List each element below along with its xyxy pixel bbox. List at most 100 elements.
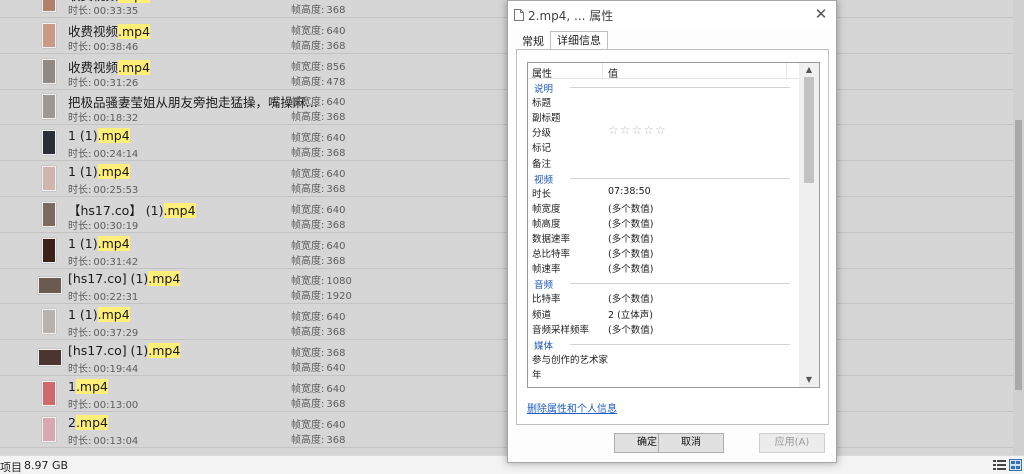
video-thumbnail <box>42 0 56 12</box>
large-icons-view-icon[interactable] <box>1009 459 1022 471</box>
frame-height: 帧高度: 368 <box>291 37 345 52</box>
frame-width: 帧宽度:640 <box>291 165 345 180</box>
frame-width-label: 帧宽度: <box>291 133 325 145</box>
duration-label: 时长: <box>68 399 92 411</box>
duration-value: 00:30:19 <box>93 220 139 232</box>
file-name[interactable]: [hs17.co] (1).mp4 <box>68 271 181 287</box>
section-title: 媒体 <box>534 340 554 352</box>
duration-label: 时长: <box>68 364 92 375</box>
frame-width: 帧宽度:640 <box>291 237 345 252</box>
property-row[interactable]: 标题 <box>532 95 551 110</box>
file-name-text: [hs17.co] (1) <box>68 343 149 358</box>
frame-height-value: 368 <box>326 434 346 446</box>
frame-height-value: 368 <box>326 255 346 267</box>
cancel-button[interactable]: 取消 <box>658 433 724 453</box>
file-name[interactable]: [hs17.co] (1).mp4 <box>68 343 181 358</box>
frame-width: 帧宽度:640 <box>291 129 345 144</box>
property-row[interactable]: 帧宽度 (多个数值) <box>532 201 653 216</box>
section-video: 视频 <box>528 171 790 186</box>
property-row[interactable]: 备注 <box>532 156 551 171</box>
duration-label: 时长: <box>68 149 92 161</box>
file-name-text: 收费视频 <box>68 59 119 75</box>
scroll-up-icon[interactable]: ▲ <box>799 63 819 77</box>
column-header-value[interactable]: 值 <box>608 65 618 80</box>
property-row[interactable]: 音频采样频率 (多个数值) <box>532 322 653 337</box>
property-grid-scrollbar[interactable]: ▲ ▼ <box>799 63 819 387</box>
scrollbar-thumb[interactable] <box>1015 120 1022 390</box>
file-duration: 时长: 00:18:32 <box>68 109 138 124</box>
scroll-down-icon[interactable]: ▼ <box>799 373 819 387</box>
property-grid-header: 属性 值 <box>528 63 799 80</box>
apply-button[interactable]: 应用(A) <box>759 433 825 453</box>
property-row[interactable]: 总比特率 (多个数值) <box>532 246 653 261</box>
file-name-text: [hs17.co] (1) <box>68 271 149 287</box>
frame-height-value: 478 <box>326 76 346 88</box>
search-highlight: .mp4 <box>97 235 130 251</box>
frame-width-label: 帧宽度: <box>291 383 325 395</box>
file-name-text: 1 (1) <box>68 128 98 144</box>
frame-width: 帧宽度:640 <box>291 22 345 37</box>
file-duration: 时长: 00:38:46 <box>68 38 138 53</box>
property-row[interactable]: 帧高度 (多个数值) <box>532 216 653 231</box>
property-label: 标题 <box>532 98 552 110</box>
property-row[interactable]: 副标题 <box>532 110 561 125</box>
duration-label: 时长: <box>68 6 92 17</box>
file-name[interactable]: 1 (1).mp4 <box>68 235 130 251</box>
video-thumbnail <box>42 237 56 263</box>
frame-width-label: 帧宽度: <box>291 312 325 324</box>
column-divider[interactable] <box>602 63 603 79</box>
frame-height-label: 帧高度: <box>291 184 325 195</box>
frame-height-label: 帧高度: <box>291 255 325 267</box>
duration-label: 时长: <box>68 185 92 196</box>
file-list-scrollbar[interactable] <box>1013 0 1024 455</box>
frame-height: 帧高度: 368 <box>291 144 345 159</box>
scrollbar-thumb[interactable] <box>804 77 814 183</box>
frame-height-label: 帧高度: <box>291 112 325 124</box>
frame-height-label: 帧高度: <box>291 148 325 160</box>
frame-width-label: 帧宽度: <box>291 276 325 288</box>
property-value: (多个数值) <box>608 203 654 215</box>
file-duration: 时长: 00:31:26 <box>68 74 138 89</box>
dialog-titlebar[interactable]: 2.mp4, ... 属性 ✕ <box>508 1 836 29</box>
column-divider[interactable] <box>786 63 787 79</box>
property-row[interactable]: 标记 <box>532 140 551 155</box>
details-view-icon[interactable] <box>993 459 1006 471</box>
close-icon[interactable]: ✕ <box>809 4 833 24</box>
tab-details[interactable]: 详细信息 <box>550 31 608 50</box>
frame-height-value: 368 <box>326 112 346 124</box>
property-row[interactable]: 时长 07:38:50 <box>532 186 651 201</box>
property-row[interactable]: 频道 2 (立体声) <box>532 307 653 322</box>
frame-width-value: 640 <box>326 169 346 180</box>
property-row[interactable]: 比特率 (多个数值) <box>532 291 653 306</box>
duration-value: 00:31:26 <box>93 77 139 89</box>
frame-height: 帧高度: 368 <box>291 395 345 410</box>
file-name[interactable]: 1 (1).mp4 <box>68 164 130 179</box>
tab-general[interactable]: 常规 <box>518 34 548 50</box>
frame-height-label: 帧高度: <box>291 5 325 16</box>
remove-properties-link[interactable]: 删除属性和个人信息 <box>527 400 617 415</box>
duration-label: 时长: <box>68 41 92 53</box>
video-thumbnail <box>42 416 56 442</box>
file-name[interactable]: 1 (1).mp4 <box>68 128 130 144</box>
duration-label: 时长: <box>68 292 92 304</box>
file-name[interactable]: 1 (1).mp4 <box>68 307 130 323</box>
file-name[interactable]: 2.mp4 <box>68 414 108 430</box>
rating-stars-icon[interactable]: ☆☆☆☆☆ <box>608 123 667 137</box>
search-highlight: .mp4 <box>75 414 108 430</box>
property-label: 音频采样频率 <box>532 324 590 336</box>
duration-value: 00:31:42 <box>93 256 139 268</box>
file-name[interactable]: 1.mp4 <box>68 378 108 394</box>
property-label: 比特率 <box>532 294 561 306</box>
frame-width: 帧宽度:640 <box>291 201 345 216</box>
details-panel: 属性 值 ▲ ▼ 说明 标题 副标题 分级 ☆☆☆☆☆ 标记 备注 视频 时长 07:38:50 帧… <box>516 49 829 425</box>
frame-height-label: 帧高度: <box>291 327 325 339</box>
property-row[interactable]: 分级 ☆☆☆☆☆ <box>532 123 666 140</box>
property-row[interactable]: 数据速率 (多个数值) <box>532 231 653 246</box>
property-row[interactable]: 参与创作的艺术家 <box>532 352 608 367</box>
property-row[interactable]: 年 <box>532 367 542 382</box>
search-highlight: .mp4 <box>148 271 181 287</box>
column-header-property[interactable]: 属性 <box>532 65 552 80</box>
duration-value: 00:33:35 <box>93 6 139 17</box>
property-row[interactable]: 帧速率 (多个数值) <box>532 261 653 276</box>
frame-width-value: 640 <box>326 204 346 216</box>
